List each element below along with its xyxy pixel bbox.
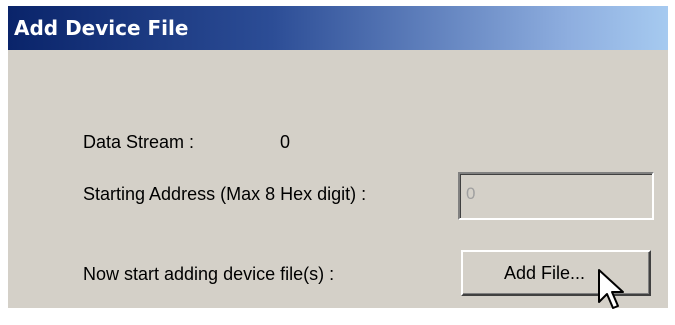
data-stream-value: 0: [280, 132, 291, 152]
title-bar[interactable]: Add Device File: [8, 6, 668, 50]
mouse-pointer-icon: [598, 269, 624, 309]
data-stream-label: Data Stream :: [83, 132, 195, 152]
dialog-title: Add Device File: [14, 16, 189, 40]
starting-address-value: 0: [466, 184, 476, 203]
add-files-label: Now start adding device file(s) :: [83, 264, 335, 284]
add-device-file-dialog: Add Device File Data Stream : 0 Starting…: [8, 6, 668, 308]
starting-address-input[interactable]: 0: [458, 172, 654, 220]
starting-address-label: Starting Address (Max 8 Hex digit) :: [83, 184, 367, 204]
starting-address-input-border: [460, 174, 652, 218]
add-file-button-label: Add File...: [504, 263, 586, 283]
